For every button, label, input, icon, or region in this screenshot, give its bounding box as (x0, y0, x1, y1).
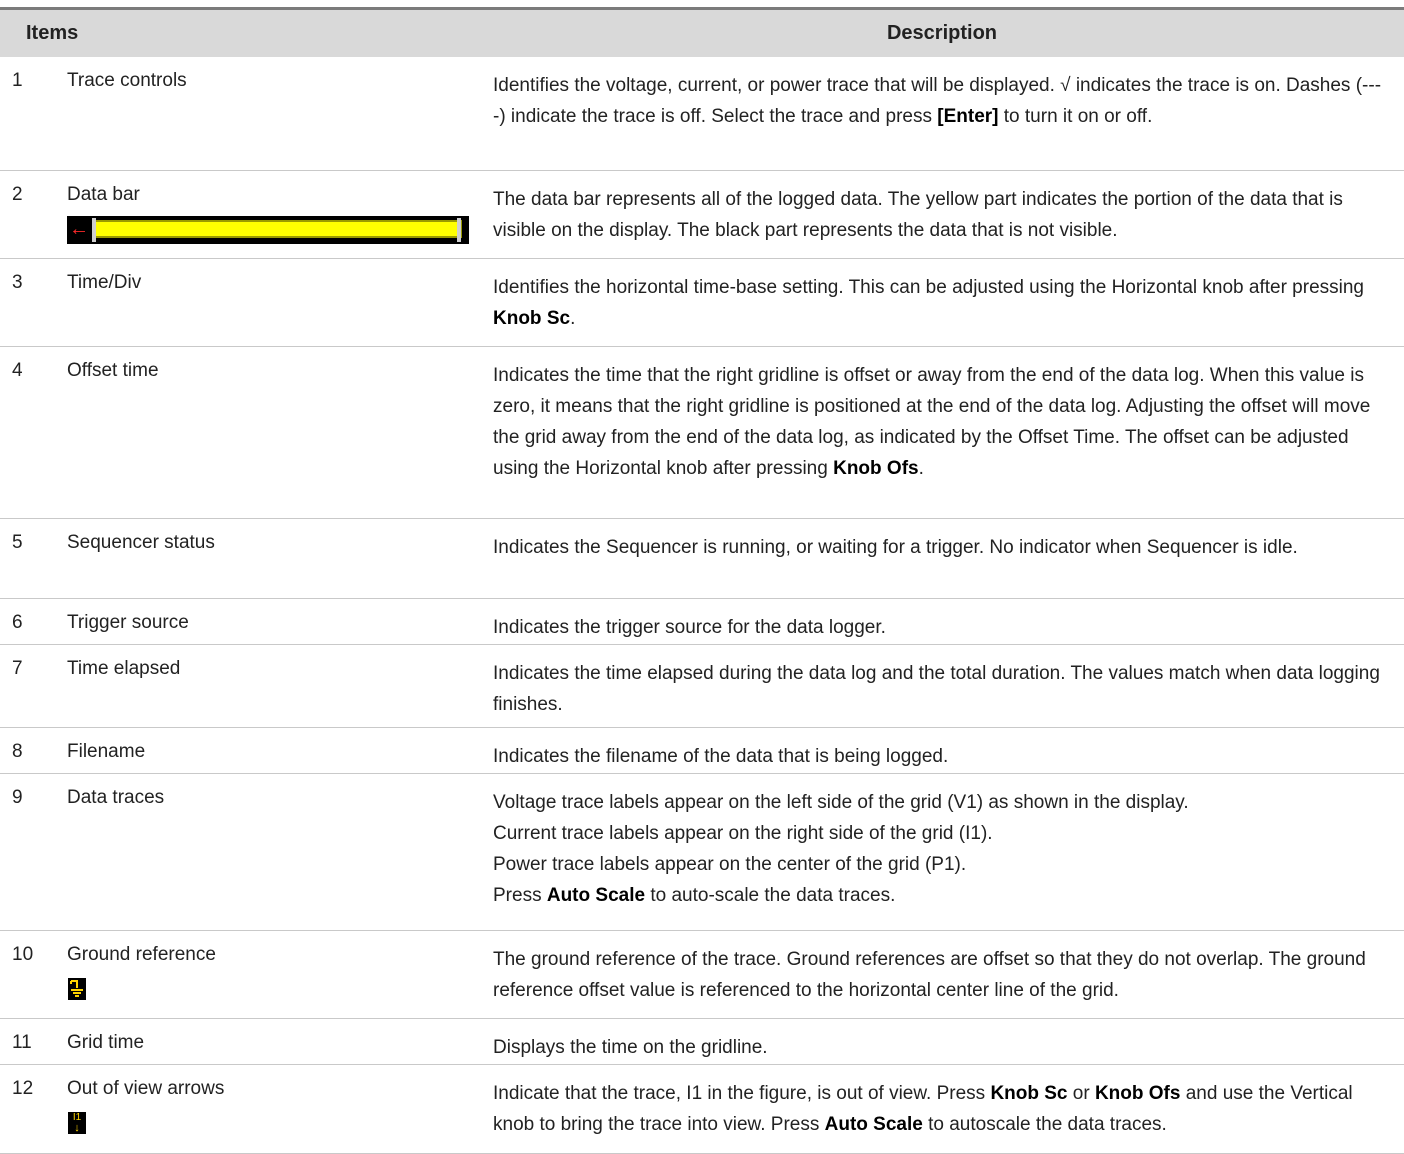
row-number: 10 (12, 944, 34, 965)
description-keyword: Auto Scale (546, 885, 646, 906)
data-bar-left-cap (92, 218, 96, 242)
description-text: . (570, 308, 576, 329)
down-arrow-icon: ↓ (74, 1122, 80, 1134)
item-description: Displays the time on the gridline. (493, 1032, 1393, 1063)
item-name: Data traces (67, 787, 165, 808)
description-text: The data bar represents all of the logge… (493, 189, 1343, 241)
data-bar-visible-portion (92, 220, 462, 238)
description-keyword: Knob Sc (493, 308, 571, 329)
out-of-view-arrow-icon: I1 ↓ (68, 1112, 86, 1134)
description-text: Displays the time on the gridline. (493, 1037, 768, 1058)
description-text: Voltage trace labels appear on the left … (493, 792, 1189, 813)
row-number: 5 (12, 532, 23, 553)
item-description: Identifies the horizontal time-base sett… (493, 272, 1393, 334)
row-number: 6 (12, 612, 23, 633)
row-number: 9 (12, 787, 23, 808)
description-text: to autoscale the data traces. (922, 1114, 1167, 1135)
table-row: 10 Ground reference The ground reference o… (0, 931, 1404, 1019)
row-number: 8 (12, 741, 23, 762)
item-name: Filename (67, 741, 146, 762)
row-number: 11 (12, 1032, 32, 1053)
item-name: Data bar (67, 184, 140, 205)
item-description: The data bar represents all of the logge… (493, 184, 1393, 246)
item-description: Indicate that the trace, I1 in the figur… (493, 1078, 1393, 1140)
description-line: Voltage trace labels appear on the left … (493, 787, 1393, 818)
item-name: Trace controls (67, 70, 187, 91)
ground-reference-icon (68, 978, 86, 1000)
description-text: The ground reference of the trace. Groun… (493, 949, 1366, 1001)
row-number: 3 (12, 272, 23, 293)
description-keyword: Auto Scale (824, 1114, 923, 1135)
table-row: 1 Trace controls Identifies the voltage, c… (0, 57, 1404, 171)
description-keyword: Knob Ofs (1094, 1083, 1181, 1104)
data-bar-right-cap (457, 218, 461, 242)
description-text: to auto-scale the data traces. (645, 885, 896, 906)
item-description: Indicates the trigger source for the dat… (493, 612, 1393, 643)
item-name: Time elapsed (67, 658, 181, 679)
row-number: 7 (12, 658, 23, 679)
table-row: 7 Time elapsed Indicates the time elapsed … (0, 645, 1404, 728)
table-header: Items Description (0, 10, 1404, 57)
table-row: 12 Out of view arrows I1 ↓ Indicate that the… (0, 1065, 1404, 1154)
description-keyword: [Enter] (937, 106, 999, 127)
row-number: 2 (12, 184, 23, 205)
description-text: Indicates the time elapsed during the da… (493, 663, 1380, 715)
item-description: The ground reference of the trace. Groun… (493, 944, 1393, 1006)
description-line: Current trace labels appear on the right… (493, 818, 1393, 849)
description-line: Power trace labels appear on the center … (493, 849, 1393, 880)
item-name: Offset time (67, 360, 159, 381)
table-row: 6 Trigger source Indicates the trigger sou… (0, 599, 1404, 645)
description-keyword: Knob Ofs (833, 458, 919, 479)
item-description: Identifies the voltage, current, or powe… (493, 70, 1393, 132)
item-description: Voltage trace labels appear on the left … (493, 787, 1393, 911)
description-text: Current trace labels appear on the right… (493, 823, 993, 844)
item-description: Indicates the time elapsed during the da… (493, 658, 1393, 720)
item-description: Indicates the Sequencer is running, or w… (493, 532, 1393, 563)
description-text: Indicates the trigger source for the dat… (493, 617, 886, 638)
row-number: 1 (12, 70, 23, 91)
item-description: Indicates the filename of the data that … (493, 741, 1393, 772)
description-text: Identifies the horizontal time-base sett… (493, 277, 1364, 298)
description-text: . (918, 458, 924, 479)
header-description: Description (886, 22, 998, 44)
description-keyword: Knob Sc (990, 1083, 1068, 1104)
table-row: 3 Time/Div Identifies the horizontal time-… (0, 259, 1404, 347)
table-row: 5 Sequencer status Indicates the Sequencer… (0, 519, 1404, 599)
description-line: Press Auto Scale to auto-scale the data … (493, 880, 1393, 911)
item-name: Sequencer status (67, 532, 215, 553)
description-text: Indicates the time that the right gridli… (493, 365, 1371, 479)
table-row: 2 Data bar ← The data bar represents all of… (0, 171, 1404, 259)
item-name: Time/Div (67, 272, 142, 293)
left-arrow-icon: ← (69, 218, 89, 240)
description-text: Indicates the filename of the data that … (493, 746, 949, 767)
table-row: 11 Grid time Displays the time on the grid… (0, 1019, 1404, 1065)
description-text: Press (493, 885, 547, 906)
row-number: 12 (12, 1078, 34, 1099)
item-description: Indicates the time that the right gridli… (493, 360, 1393, 484)
table-row: 9 Data traces Voltage trace labels appear … (0, 774, 1404, 931)
description-text: to turn it on or off. (998, 106, 1153, 127)
item-name: Trigger source (67, 612, 189, 633)
row-number: 4 (12, 360, 23, 381)
data-bar-image: ← (67, 216, 469, 244)
item-name: Grid time (67, 1032, 145, 1053)
description-text: or (1067, 1083, 1095, 1104)
item-name: Out of view arrows (67, 1078, 225, 1099)
description-text: Indicates the Sequencer is running, or w… (493, 537, 1298, 558)
description-text: Indicate that the trace, I1 in the figur… (493, 1083, 991, 1104)
table-row: 4 Offset time Indicates the time that the … (0, 347, 1404, 519)
description-text: Power trace labels appear on the center … (493, 854, 967, 875)
item-name: Ground reference (67, 944, 216, 965)
table-row: 8 Filename Indicates the filename of the d… (0, 728, 1404, 774)
